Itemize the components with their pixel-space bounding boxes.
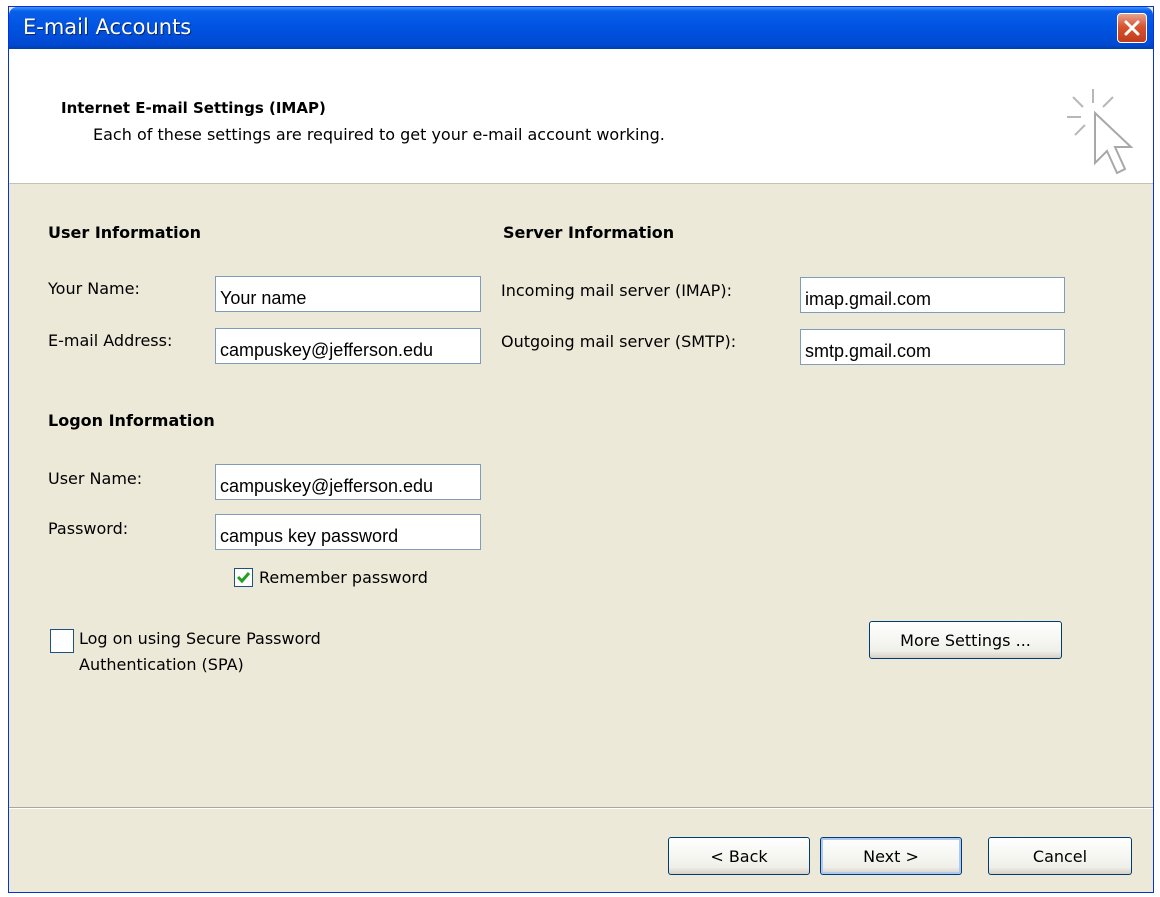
header-subtitle: Each of these settings are required to g… [93,125,665,144]
password-label: Password: [48,519,129,538]
wizard-header: Internet E-mail Settings (IMAP) Each of … [9,49,1153,184]
incoming-server-label: Incoming mail server (IMAP): [501,281,732,300]
check-mark-icon [236,572,251,584]
close-button[interactable] [1117,13,1147,43]
back-button[interactable]: < Back [668,837,810,875]
spa-label-line1[interactable]: Log on using Secure Password [79,629,321,648]
your-name-label: Your Name: [48,279,140,298]
title-bar[interactable]: E-mail Accounts [9,7,1153,49]
spa-label-line2[interactable]: Authentication (SPA) [79,655,244,674]
remember-password-checkbox[interactable] [234,568,253,587]
email-accounts-dialog: E-mail Accounts Internet E-mail Settings… [8,6,1154,893]
remember-password-label[interactable]: Remember password [259,568,428,587]
next-button[interactable]: Next > [820,837,962,875]
window-title: E-mail Accounts [23,15,192,39]
header-title: Internet E-mail Settings (IMAP) [61,99,326,117]
user-info-heading: User Information [48,223,201,242]
user-name-label: User Name: [48,469,143,488]
server-info-heading: Server Information [503,223,675,242]
email-address-label: E-mail Address: [48,331,173,350]
spa-checkbox[interactable] [50,629,74,653]
wizard-cursor-icon [1067,89,1134,175]
your-name-field[interactable]: Your name [215,276,481,312]
email-address-field[interactable]: campuskey@jefferson.edu [215,328,481,364]
outgoing-server-field[interactable]: smtp.gmail.com [800,329,1065,365]
logon-info-heading: Logon Information [48,411,215,430]
incoming-server-field[interactable]: imap.gmail.com [800,277,1065,313]
password-field[interactable]: campus key password [215,514,481,550]
footer-divider [9,807,1153,809]
close-icon [1124,20,1140,36]
outgoing-server-label: Outgoing mail server (SMTP): [501,332,737,351]
user-name-field[interactable]: campuskey@jefferson.edu [215,464,481,500]
more-settings-button[interactable]: More Settings ... [869,621,1062,659]
cancel-button[interactable]: Cancel [988,837,1132,875]
